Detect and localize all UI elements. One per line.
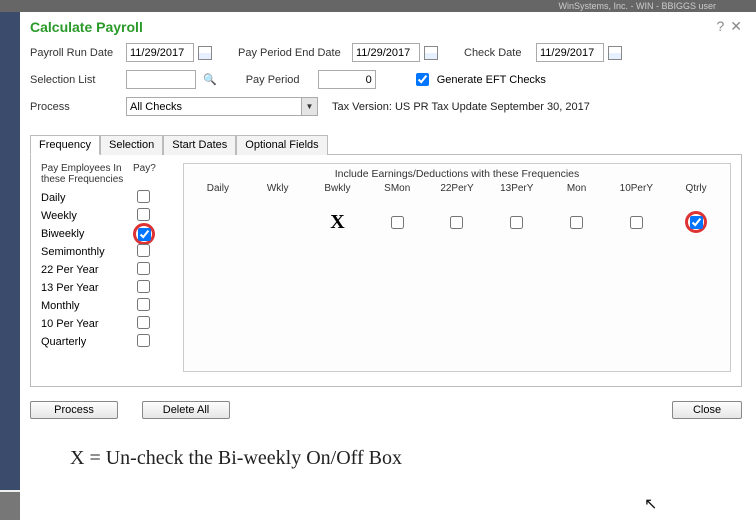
tab-start-dates[interactable]: Start Dates: [163, 135, 236, 155]
close-button[interactable]: Close: [672, 401, 742, 419]
calendar-icon[interactable]: [424, 46, 438, 60]
freq-quarterly-checkbox[interactable]: [137, 334, 150, 347]
col-daily: Daily: [188, 183, 248, 194]
freq-13peryear-checkbox[interactable]: [137, 280, 150, 293]
freq-semimonthly-checkbox[interactable]: [137, 244, 150, 257]
include-mon-checkbox[interactable]: [570, 216, 583, 229]
footnote-text: X = Un-check the Bi-weekly On/Off Box: [70, 447, 752, 470]
freq-biweekly-checkbox[interactable]: [138, 228, 151, 241]
mouse-cursor-icon: ↖: [644, 494, 657, 514]
highlight-circle: [133, 223, 155, 245]
col-smon: SMon: [367, 183, 427, 194]
calendar-icon[interactable]: [198, 46, 212, 60]
include-22pery-checkbox[interactable]: [450, 216, 463, 229]
freq-13peryear-label: 13 Per Year: [41, 282, 133, 294]
selection-list-label: Selection List: [30, 74, 122, 86]
freq-10peryear-checkbox[interactable]: [137, 316, 150, 329]
biweekly-x-marker: X: [330, 211, 344, 234]
col-13pery: 13PerY: [487, 183, 547, 194]
payroll-run-date-input[interactable]: [126, 43, 194, 62]
freq-daily-checkbox[interactable]: [137, 190, 150, 203]
selection-list-input[interactable]: [126, 70, 196, 89]
freq-daily-label: Daily: [41, 192, 133, 204]
app-topbar: WinSystems, Inc. - WIN - BBIGGS user: [0, 0, 756, 12]
include-smon-checkbox[interactable]: [391, 216, 404, 229]
freq-biweekly-label: Biweekly: [41, 228, 133, 240]
close-icon[interactable]: ✕: [730, 18, 742, 35]
col-bwkly: Bwkly: [308, 183, 368, 194]
freq-monthly-checkbox[interactable]: [137, 298, 150, 311]
pay-frequencies-header: Pay Employees In these Frequencies: [41, 163, 133, 185]
freq-weekly-checkbox[interactable]: [137, 208, 150, 221]
tab-selection[interactable]: Selection: [100, 135, 163, 155]
freq-monthly-label: Monthly: [41, 300, 133, 312]
freq-22peryear-checkbox[interactable]: [137, 262, 150, 275]
frequency-panel: Pay Employees In these Frequencies Pay? …: [30, 155, 742, 387]
col-10pery: 10PerY: [606, 183, 666, 194]
process-button[interactable]: Process: [30, 401, 118, 419]
pay-column-header: Pay?: [133, 163, 156, 185]
pay-period-end-date-input[interactable]: [352, 43, 420, 62]
include-13pery-checkbox[interactable]: [510, 216, 523, 229]
check-date-input[interactable]: [536, 43, 604, 62]
freq-10peryear-label: 10 Per Year: [41, 318, 133, 330]
process-select[interactable]: [126, 97, 318, 116]
delete-all-button[interactable]: Delete All: [142, 401, 230, 419]
freq-weekly-label: Weekly: [41, 210, 133, 222]
tab-frequency[interactable]: Frequency: [30, 135, 100, 155]
dialog-title: Calculate Payroll: [30, 19, 716, 35]
pay-period-end-date-label: Pay Period End Date: [238, 47, 348, 59]
search-icon[interactable]: 🔍: [200, 73, 220, 86]
col-mon: Mon: [547, 183, 607, 194]
calendar-icon[interactable]: [608, 46, 622, 60]
tax-version-text: Tax Version: US PR Tax Update September …: [332, 101, 590, 113]
generate-eft-label: Generate EFT Checks: [437, 74, 546, 86]
highlight-circle: [685, 211, 707, 233]
col-wkly: Wkly: [248, 183, 308, 194]
include-10pery-checkbox[interactable]: [630, 216, 643, 229]
tab-optional-fields[interactable]: Optional Fields: [236, 135, 327, 155]
payroll-run-date-label: Payroll Run Date: [30, 47, 122, 59]
pay-period-label: Pay Period: [246, 74, 314, 86]
include-title: Include Earnings/Deductions with these F…: [188, 168, 726, 180]
col-22pery: 22PerY: [427, 183, 487, 194]
help-icon[interactable]: ?: [716, 18, 724, 35]
tab-strip: Frequency Selection Start Dates Optional…: [30, 134, 742, 155]
col-qtrly: Qtrly: [666, 183, 726, 194]
side-ribbon: [0, 12, 20, 490]
freq-semimonthly-label: Semimonthly: [41, 246, 133, 258]
include-qtrly-checkbox[interactable]: [690, 216, 703, 229]
calculate-payroll-dialog: Calculate Payroll ? ✕ Payroll Run Date P…: [20, 12, 752, 520]
freq-quarterly-label: Quarterly: [41, 336, 133, 348]
check-date-label: Check Date: [464, 47, 532, 59]
pay-period-input[interactable]: [318, 70, 376, 89]
process-label: Process: [30, 101, 122, 113]
freq-22peryear-label: 22 Per Year: [41, 264, 133, 276]
generate-eft-checkbox[interactable]: [416, 73, 429, 86]
